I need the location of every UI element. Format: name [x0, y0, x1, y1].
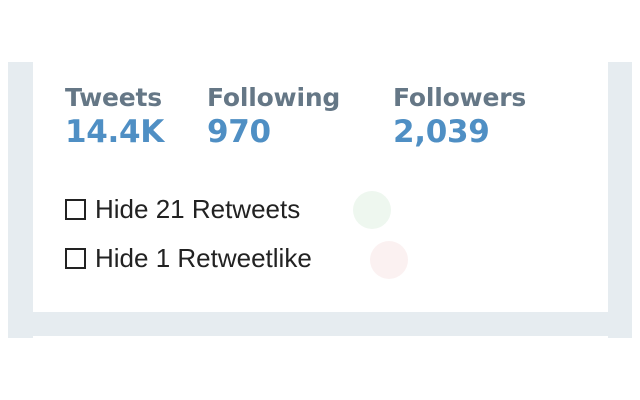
hide-retweets-label: Hide 21 Retweets — [95, 193, 301, 224]
stat-followers[interactable]: Followers 2,039 — [393, 82, 526, 150]
stat-following[interactable]: Following 970 — [207, 82, 340, 150]
hide-retweetlike-checkbox[interactable] — [65, 247, 86, 269]
hide-retweetlike-option[interactable]: Hide 1 Retweetlike — [65, 240, 312, 276]
retweets-indicator-dot — [353, 191, 391, 229]
hide-retweets-checkbox[interactable] — [65, 198, 86, 220]
hide-retweetlike-label: Hide 1 Retweetlike — [95, 242, 312, 273]
stat-tweets[interactable]: Tweets 14.4K — [65, 82, 164, 150]
stat-followers-value: 2,039 — [393, 114, 490, 150]
stat-tweets-value: 14.4K — [65, 114, 165, 150]
stat-tweets-label: Tweets — [65, 83, 162, 112]
next-card-edge — [33, 336, 608, 338]
stat-following-label: Following — [207, 83, 341, 112]
stat-followers-label: Followers — [393, 83, 527, 112]
hide-retweets-option[interactable]: Hide 21 Retweets — [65, 191, 300, 227]
stat-following-value: 970 — [207, 114, 271, 150]
retweetlike-indicator-dot — [370, 241, 408, 279]
